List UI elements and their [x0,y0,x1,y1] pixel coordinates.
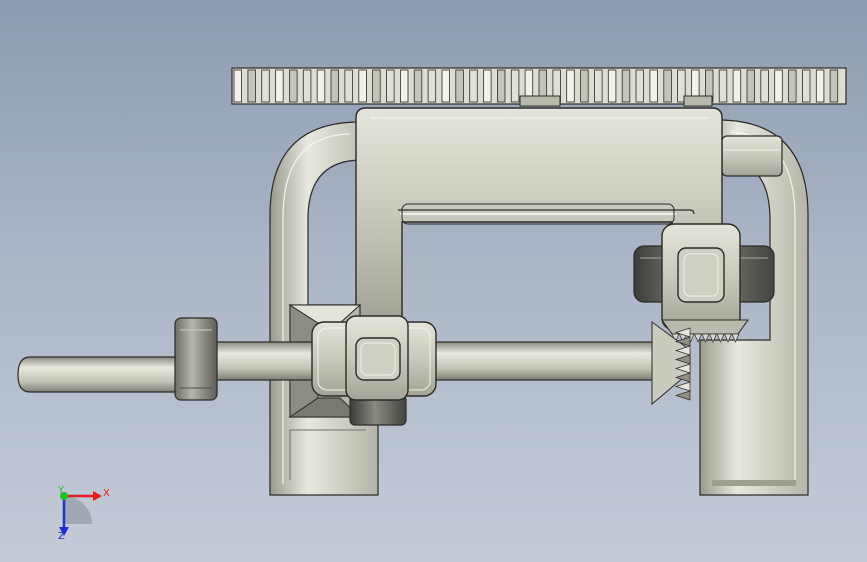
cad-viewport[interactable]: X Y Z [0,0,867,562]
gear-tooth [316,69,326,103]
bevel-gear-vertical[interactable] [651,321,691,406]
gear-tooth [302,69,312,103]
gear-tooth [649,69,658,103]
gear-tooth [732,69,742,103]
gear-tooth [413,69,423,103]
bevel-tooth [674,390,691,401]
left-hub[interactable] [311,315,437,401]
gear-tooth [788,69,797,103]
gear-tooth [621,69,631,103]
z-axis-label: Z [58,531,65,542]
gear-tooth [566,69,575,103]
gear-tooth [607,69,617,103]
gear-tooth [635,69,644,103]
gear-tooth [441,69,450,103]
gear-tooth [815,69,825,103]
gear-tooth [330,69,339,103]
gear-tooth [483,69,492,103]
x-axis-arrow [93,491,102,501]
triad-plane [64,496,92,524]
gear-tooth [802,69,811,103]
gear-tooth [760,69,769,103]
gear-tooth [358,69,367,103]
right-hub[interactable] [661,223,741,331]
gear-tooth [275,69,284,103]
gear-tooth [386,69,395,103]
gear-tooth [663,69,672,103]
gear-tooth [580,69,589,103]
spur-gear[interactable] [231,67,847,107]
x-axis-label: X [103,488,110,499]
gear-tooth [261,69,270,103]
bevel-tooth [674,381,691,392]
gear-tooth [372,69,381,103]
gear-tooth [774,69,783,103]
gear-clamp-model[interactable] [0,0,867,562]
gear-tooth [510,69,520,103]
gear-tooth [718,69,728,103]
gear-tooth [247,69,256,103]
gear-tooth [399,69,409,103]
gear-tooth [829,69,839,103]
gear-tooth [455,69,464,103]
gear-tooth [427,69,437,103]
gear-tooth [344,69,353,103]
gear-tooth [746,69,755,103]
gear-tooth [233,69,242,103]
gear-tooth [289,69,298,103]
shaft-collar[interactable] [174,317,218,401]
y-axis-label: Y [58,485,65,496]
right-pin[interactable] [721,135,783,177]
gear-tooth [496,69,506,103]
gear-tooth [594,69,603,103]
gear-tooth [469,69,478,103]
